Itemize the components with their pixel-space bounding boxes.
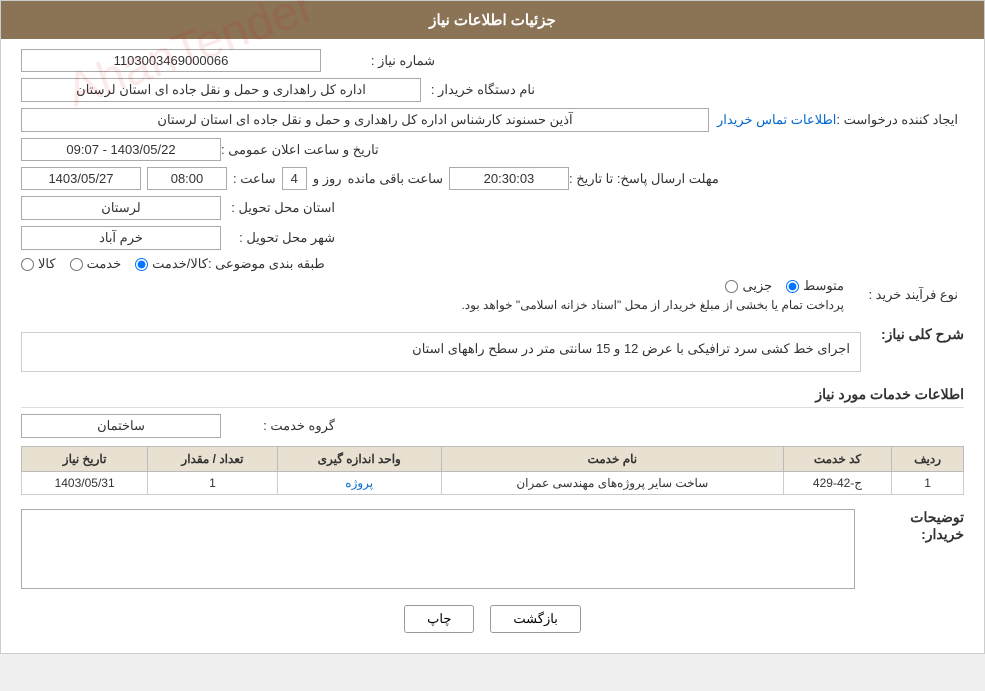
tabaqe-kala-khedmat-label: کالا/خدمت: [152, 256, 208, 272]
page-container: AhanTender جزئیات اطلاعات نیاز شماره نیا…: [0, 0, 985, 654]
ijad-label: ایجاد کننده درخواست :: [836, 112, 964, 128]
group-khedmat-row: گروه خدمت : ساختمان: [21, 414, 964, 438]
tarikh-elan-value: 1403/05/22 - 09:07: [21, 138, 221, 161]
ostan-tahvil-label: استان محل تحویل :: [221, 200, 341, 216]
tarikh-elan-label: تاریخ و ساعت اعلان عمومی :: [221, 142, 385, 158]
name-dastgah-value: اداره کل راهداری و حمل و نقل جاده ای است…: [21, 78, 421, 102]
nooe-jazee-label: جزیی: [742, 278, 772, 294]
tabaqe-khedmat-radio[interactable]: [70, 258, 83, 271]
name-dastgah-label: نام دستگاه خریدار :: [421, 82, 541, 98]
tabaqe-kala-label: کالا: [38, 256, 56, 272]
sharh-niaz-value: اجرای خط کشی سرد ترافیکی با عرض 12 و 15 …: [21, 332, 861, 372]
group-khedmat-value: ساختمان: [21, 414, 221, 438]
tabaqe-radio-group: کالا/خدمت خدمت کالا: [21, 256, 208, 272]
mohlat-saat-label: ساعت :: [233, 171, 276, 187]
nooe-farayand-row: نوع فرآیند خرید : متوسط جزیی پرداخت تمام…: [21, 278, 964, 312]
tabaqe-khedmat-item: خدمت: [70, 256, 122, 272]
nooe-motevaset-label: متوسط: [803, 278, 844, 294]
tabaqe-kala-radio[interactable]: [21, 258, 34, 271]
cell-code: ج-42-429: [783, 472, 891, 495]
mohlat-rooz-label: روز و: [313, 171, 342, 187]
ijad-row: ایجاد کننده درخواست : اطلاعات تماس خریدا…: [21, 108, 964, 132]
shomara-niaz-label: شماره نیاز :: [321, 53, 441, 69]
mohlat-row: مهلت ارسال پاسخ: تا تاریخ : 20:30:03 ساع…: [21, 167, 964, 190]
cell-radif: 1: [892, 472, 964, 495]
name-dastgah-row: نام دستگاه خریدار : اداره کل راهداری و ح…: [21, 78, 964, 102]
mohlat-saatmande-label: ساعت باقی مانده: [348, 171, 443, 187]
ostan-tahvil-value: لرستان: [21, 196, 221, 220]
table-row: 1 ج-42-429 ساخت سایر پروژه‌های مهندسی عم…: [22, 472, 964, 495]
col-count: تعداد / مقدار: [148, 447, 277, 472]
back-button[interactable]: بازگشت: [490, 605, 580, 633]
group-khedmat-label: گروه خدمت :: [221, 418, 341, 434]
mohlat-label: مهلت ارسال پاسخ: تا تاریخ :: [569, 171, 725, 187]
sharh-niaz-label: شرح کلی نیاز:: [881, 326, 964, 343]
print-button[interactable]: چاپ: [404, 605, 474, 633]
mohlat-date-value: 1403/05/27: [21, 167, 141, 190]
tabaqe-row: طبقه بندی موضوعی : کالا/خدمت خدمت کالا: [21, 256, 964, 272]
col-radif: ردیف: [892, 447, 964, 472]
services-table: ردیف کد خدمت نام خدمت واحد اندازه گیری ت…: [21, 446, 964, 495]
buttons-row: بازگشت چاپ: [21, 605, 964, 633]
ostan-tahvil-row: استان محل تحویل : لرستان: [21, 196, 964, 220]
nooe-jazee-radio[interactable]: [725, 280, 738, 293]
main-content: شماره نیاز : 1103003469000066 نام دستگاه…: [1, 39, 984, 653]
nooe-description: پرداخت تمام یا بخشی از مبلغ خریدار از مح…: [21, 298, 844, 312]
col-date: تاریخ نیاز: [22, 447, 148, 472]
cell-name: ساخت سایر پروژه‌های مهندسی عمران: [441, 472, 783, 495]
toseef-textarea[interactable]: [21, 509, 855, 589]
col-unit: واحد اندازه گیری: [277, 447, 441, 472]
shahr-tahvil-row: شهر محل تحویل : خرم آباد: [21, 226, 964, 250]
tabaqe-khedmat-label: خدمت: [87, 256, 122, 272]
khadamat-section-title: اطلاعات خدمات مورد نیاز: [21, 386, 964, 408]
nooe-motevaset-item: متوسط: [786, 278, 844, 294]
col-name: نام خدمت: [441, 447, 783, 472]
mohlat-baqi-value: 20:30:03: [449, 167, 569, 190]
tabaqe-kala-khedmat-radio[interactable]: [135, 258, 148, 271]
shahr-tahvil-value: خرم آباد: [21, 226, 221, 250]
mohlat-saat-value: 08:00: [147, 167, 227, 190]
tabaqe-label: طبقه بندی موضوعی :: [208, 256, 331, 272]
nooe-motevaset-radio[interactable]: [786, 280, 799, 293]
shahr-tahvil-label: شهر محل تحویل :: [221, 230, 341, 246]
ijad-value: آذین حسنوند کارشناس اداره کل راهداری و ح…: [21, 108, 709, 132]
page-header: جزئیات اطلاعات نیاز: [1, 1, 984, 39]
nooe-farayand-label: نوع فرآیند خرید :: [844, 287, 964, 303]
col-code: کد خدمت: [783, 447, 891, 472]
toseef-label: توضیحات خریدار:: [875, 509, 964, 543]
header-title: جزئیات اطلاعات نیاز: [429, 12, 556, 29]
table-header-row: ردیف کد خدمت نام خدمت واحد اندازه گیری ت…: [22, 447, 964, 472]
cell-unit: پروژه: [277, 472, 441, 495]
cell-count: 1: [148, 472, 277, 495]
sharh-niaz-section: شرح کلی نیاز: اجرای خط کشی سرد ترافیکی ب…: [21, 326, 964, 372]
tabaqe-kala-item: کالا: [21, 256, 56, 272]
toseef-section: توضیحات خریدار:: [21, 509, 964, 589]
cell-date: 1403/05/31: [22, 472, 148, 495]
nooe-jazee-item: جزیی: [725, 278, 772, 294]
shomara-niaz-value: 1103003469000066: [21, 49, 321, 72]
mohlat-rooz-value: 4: [282, 167, 307, 190]
tarikh-elan-row: تاریخ و ساعت اعلان عمومی : 1403/05/22 - …: [21, 138, 964, 161]
ijad-link[interactable]: اطلاعات تماس خریدار: [717, 112, 836, 128]
tabaqe-kala-khedmat-item: کالا/خدمت: [135, 256, 208, 272]
shomara-niaz-row: شماره نیاز : 1103003469000066: [21, 49, 964, 72]
